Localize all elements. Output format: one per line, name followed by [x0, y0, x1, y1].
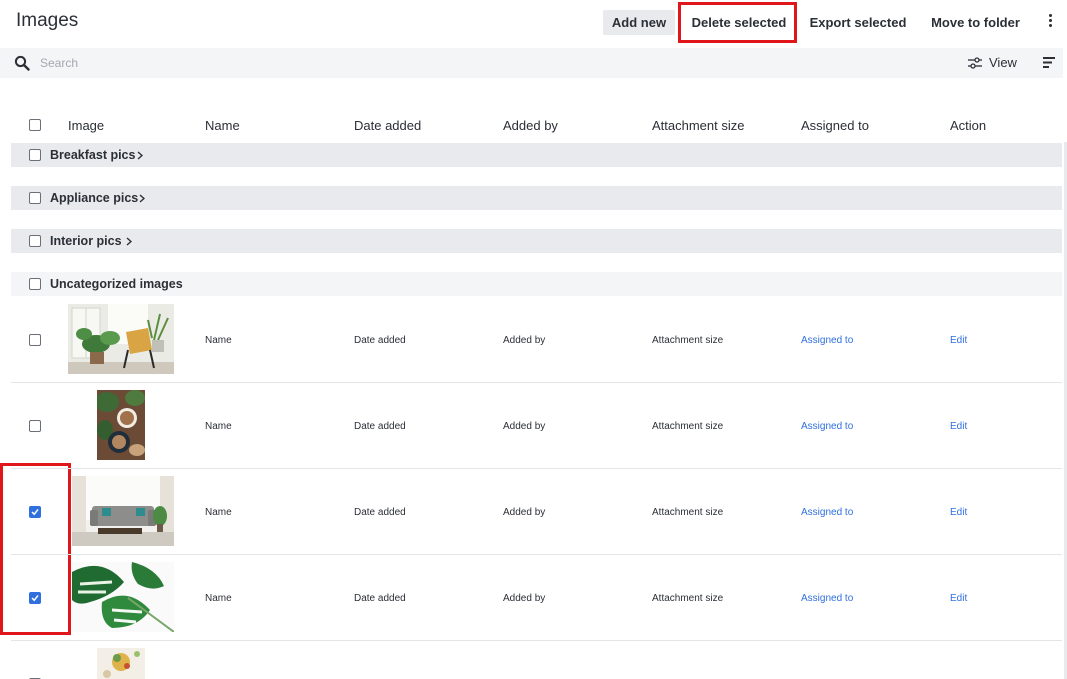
group-checkbox[interactable]	[29, 149, 41, 161]
cell-added-by: Added by	[503, 593, 546, 604]
group-checkbox[interactable]	[29, 235, 41, 247]
cell-name: Name	[205, 335, 232, 346]
row-checkbox[interactable]	[29, 592, 41, 604]
group-checkbox[interactable]	[29, 192, 41, 204]
cell-added-by: Added by	[503, 421, 546, 432]
cell-attachment-size: Attachment size	[652, 421, 724, 432]
group-label: Appliance pics	[50, 191, 139, 205]
edit-link[interactable]: Edit	[950, 421, 967, 432]
cell-name: Name	[205, 507, 232, 518]
page-title: Images	[16, 10, 79, 31]
chevron-right-icon[interactable]	[137, 151, 143, 160]
folder-group-breakfast[interactable]: Breakfast pics	[11, 143, 1062, 167]
cell-date-added: Date added	[354, 507, 406, 518]
view-label: View	[989, 55, 1017, 70]
search-toolbar: View	[0, 48, 1063, 78]
group-label: Interior pics	[50, 234, 122, 248]
column-header-added-by[interactable]: Added by	[503, 118, 558, 133]
row-checkbox[interactable]	[29, 334, 41, 346]
image-thumbnail[interactable]	[97, 648, 145, 679]
cell-name: Name	[205, 593, 232, 604]
table-row[interactable]: Name Date added Added by Attachment size…	[11, 383, 1062, 469]
chevron-right-icon[interactable]	[126, 237, 132, 246]
page-header: Images Add new Delete selected Export se…	[0, 0, 1067, 46]
image-thumbnail[interactable]	[72, 476, 174, 546]
export-selected-button[interactable]: Export selected	[809, 10, 907, 35]
view-button[interactable]: View	[968, 55, 1017, 71]
select-all-checkbox[interactable]	[29, 119, 41, 131]
sliders-icon	[968, 57, 982, 69]
table-row[interactable]: Name Date added Added by Attachment size…	[11, 555, 1062, 641]
check-icon	[31, 509, 39, 516]
cell-added-by: Added by	[503, 507, 546, 518]
column-header-date-added[interactable]: Date added	[354, 118, 421, 133]
search-input[interactable]	[40, 54, 340, 72]
table-row[interactable]: Name Date added Added by Attachment size…	[11, 297, 1062, 383]
cell-date-added: Date added	[354, 593, 406, 604]
table-row[interactable]	[11, 641, 1062, 679]
image-thumbnail[interactable]	[68, 304, 174, 374]
column-header-action: Action	[950, 118, 987, 133]
row-checkbox[interactable]	[29, 420, 41, 432]
cell-attachment-size: Attachment size	[652, 593, 724, 604]
cell-attachment-size: Attachment size	[652, 507, 724, 518]
assigned-to-link[interactable]: Assigned to	[801, 335, 853, 346]
row-checkbox[interactable]	[29, 506, 41, 518]
group-label: Uncategorized images	[50, 277, 183, 291]
cell-date-added: Date added	[354, 421, 406, 432]
check-icon	[31, 595, 39, 602]
assigned-to-link[interactable]: Assigned to	[801, 593, 853, 604]
image-thumbnail[interactable]	[97, 390, 145, 460]
search-icon	[14, 55, 30, 71]
delete-selected-button[interactable]: Delete selected	[684, 10, 794, 35]
assigned-to-link[interactable]: Assigned to	[801, 421, 853, 432]
cell-added-by: Added by	[503, 335, 546, 346]
more-options-icon[interactable]	[1043, 14, 1057, 30]
table-row[interactable]: Name Date added Added by Attachment size…	[11, 469, 1062, 555]
folder-group-uncategorized: Uncategorized images	[11, 272, 1062, 296]
folder-group-appliance[interactable]: Appliance pics	[11, 186, 1062, 210]
column-header-image: Image	[68, 118, 105, 133]
chevron-right-icon[interactable]	[139, 194, 145, 203]
folder-group-interior[interactable]: Interior pics	[11, 229, 1062, 253]
move-to-folder-button[interactable]: Move to folder	[928, 10, 1023, 35]
assigned-to-link[interactable]: Assigned to	[801, 507, 853, 518]
group-label: Breakfast pics	[50, 148, 136, 162]
cell-date-added: Date added	[354, 335, 406, 346]
edit-link[interactable]: Edit	[950, 507, 967, 518]
cell-attachment-size: Attachment size	[652, 335, 724, 346]
column-header-attachment-size[interactable]: Attachment size	[652, 118, 745, 133]
sort-icon[interactable]	[1043, 57, 1055, 68]
column-header-assigned-to[interactable]: Assigned to	[801, 118, 869, 133]
cell-name: Name	[205, 421, 232, 432]
column-header-name[interactable]: Name	[205, 118, 240, 133]
group-checkbox[interactable]	[29, 278, 41, 290]
image-thumbnail[interactable]	[72, 562, 174, 632]
edit-link[interactable]: Edit	[950, 335, 967, 346]
edit-link[interactable]: Edit	[950, 593, 967, 604]
add-new-button[interactable]: Add new	[603, 10, 675, 35]
